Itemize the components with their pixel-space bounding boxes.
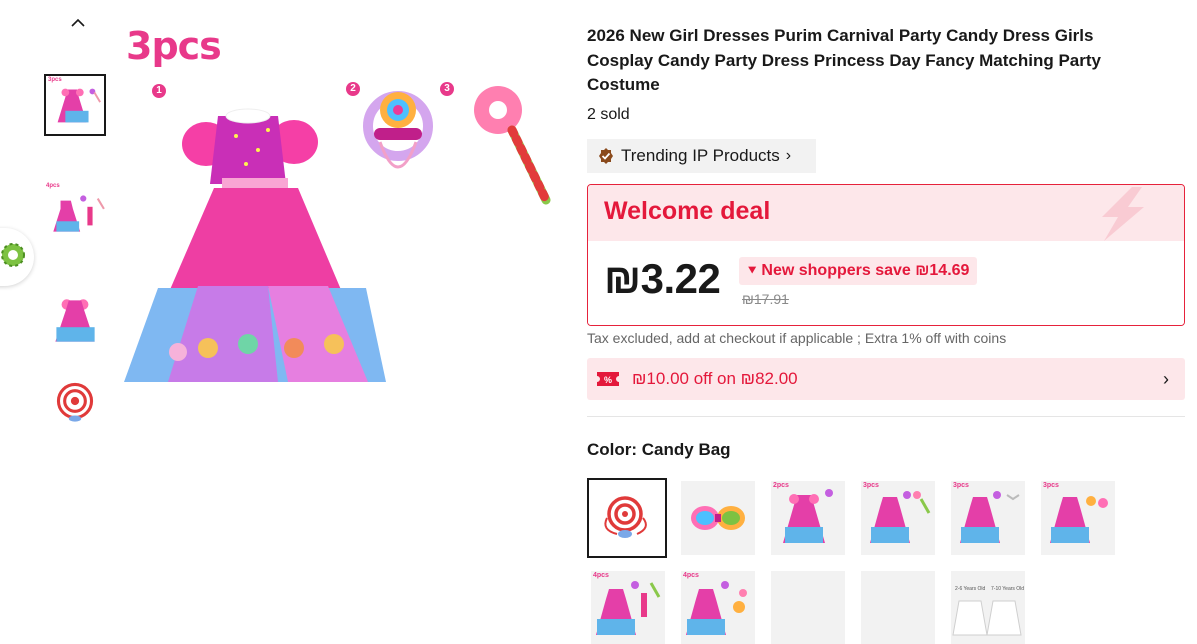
dress-set-icon	[596, 581, 661, 635]
thumbnail-tag: 4pcs	[46, 183, 60, 189]
color-option-bows[interactable]	[681, 481, 755, 555]
dress-thumbnail-image	[55, 299, 95, 342]
coin-ring-icon	[1, 243, 25, 267]
main-product-image[interactable]: 3pcs 1 2 3	[118, 18, 558, 418]
dress-set-icon	[870, 491, 931, 543]
color-selection-label: Color: Candy Bag	[587, 440, 731, 459]
tax-note: Tax excluded, add at checkout if applica…	[587, 330, 1007, 346]
store-coupon-bar[interactable]: % ₪10.00 off on ₪82.00 ›	[587, 358, 1185, 400]
color-option-dress-3pcs-b[interactable]: 3pcs	[951, 481, 1025, 555]
item-number-badge: 3	[440, 82, 454, 96]
dress-thumbnail-image	[53, 195, 105, 232]
trending-label: Trending IP Products	[621, 146, 780, 165]
thumbnail-2[interactable]: 4pcs	[44, 182, 106, 244]
coupon-ticket-icon: %	[597, 372, 619, 386]
coupon-icon-text: %	[604, 375, 612, 385]
bundle-count-label: 3pcs	[126, 24, 222, 68]
dress-set-icon	[686, 581, 747, 635]
color-option-dress-4pcs-a[interactable]: 4pcs	[591, 571, 665, 644]
section-divider	[587, 416, 1185, 417]
color-option-candy-bag[interactable]	[587, 478, 667, 558]
lightning-bolt-icon	[1102, 187, 1144, 241]
swatch-tag: 3pcs	[953, 482, 969, 489]
welcome-deal-title: Welcome deal	[604, 197, 771, 225]
welcome-deal-header: Welcome deal	[588, 185, 1184, 241]
color-option-dress-3pcs-c[interactable]: 3pcs	[1041, 481, 1115, 555]
dress-set-icon	[783, 489, 833, 543]
color-option-petticoat[interactable]: 2-6 Years Old 7-10 Years Old	[951, 571, 1025, 644]
swatch-tag: 3pcs	[1043, 482, 1059, 489]
welcome-deal-box: Welcome deal ₪3.22 ⯆ New shoppers save ₪…	[587, 184, 1185, 326]
color-option-empty-2[interactable]	[861, 571, 935, 644]
swatch-tag: 4pcs	[593, 572, 609, 579]
chevron-right-icon: ›	[1163, 369, 1169, 389]
scroll-up-icon[interactable]	[68, 14, 88, 34]
original-price: ₪17.91	[742, 291, 789, 307]
new-shopper-savings-badge: ⯆ New shoppers save ₪14.69	[739, 257, 978, 285]
color-option-dress-4pcs-b[interactable]: 4pcs	[681, 571, 755, 644]
color-option-dress-3pcs-a[interactable]: 3pcs	[861, 481, 935, 555]
item-number-badge: 1	[152, 84, 166, 98]
swatch-tag: 2pcs	[773, 482, 789, 489]
sale-price: ₪3.22	[604, 255, 721, 302]
size-label: 7-10 Years Old	[991, 586, 1025, 592]
down-arrow-icon: ⯆	[747, 263, 758, 278]
size-label: 2-6 Years Old	[955, 586, 986, 592]
thumbnail-4[interactable]	[44, 370, 106, 432]
trending-ip-link[interactable]: Trending IP Products ›	[587, 139, 816, 173]
product-title: 2026 New Girl Dresses Purim Carnival Par…	[587, 26, 1101, 94]
candy-bows-icon	[691, 506, 745, 530]
verified-badge-icon	[599, 148, 613, 164]
dress-thumbnail-image	[57, 88, 101, 123]
color-option-empty-1[interactable]	[771, 571, 845, 644]
candy-bag-thumbnail-image	[56, 382, 94, 422]
petticoat-icon	[952, 600, 1022, 636]
dress-set-icon	[960, 491, 1020, 543]
floating-coin-badge[interactable]	[0, 228, 34, 286]
color-option-dress-2pcs[interactable]: 2pcs	[771, 481, 845, 555]
savings-text: New shoppers save ₪14.69	[761, 262, 970, 279]
candy-bag-icon	[604, 496, 647, 538]
thumbnail-tag: 3pcs	[48, 77, 62, 83]
candy-dress-illustration	[124, 86, 551, 382]
dress-set-icon	[1050, 496, 1108, 543]
thumbnail-3[interactable]	[44, 290, 106, 352]
coupon-text: ₪10.00 off on ₪82.00	[632, 369, 798, 388]
thumbnail-1[interactable]: 3pcs	[44, 74, 106, 136]
welcome-deal-body: ₪3.22 ⯆ New shoppers save ₪14.69 ₪17.91	[588, 241, 1184, 325]
thumbnail-rail: 3pcs 4pcs	[40, 0, 110, 644]
swatch-tag: 3pcs	[863, 482, 879, 489]
item-number-badge: 2	[346, 82, 360, 96]
swatch-tag: 4pcs	[683, 572, 699, 579]
chevron-right-icon: ›	[785, 147, 792, 164]
sold-count: 2 sold	[587, 106, 630, 123]
